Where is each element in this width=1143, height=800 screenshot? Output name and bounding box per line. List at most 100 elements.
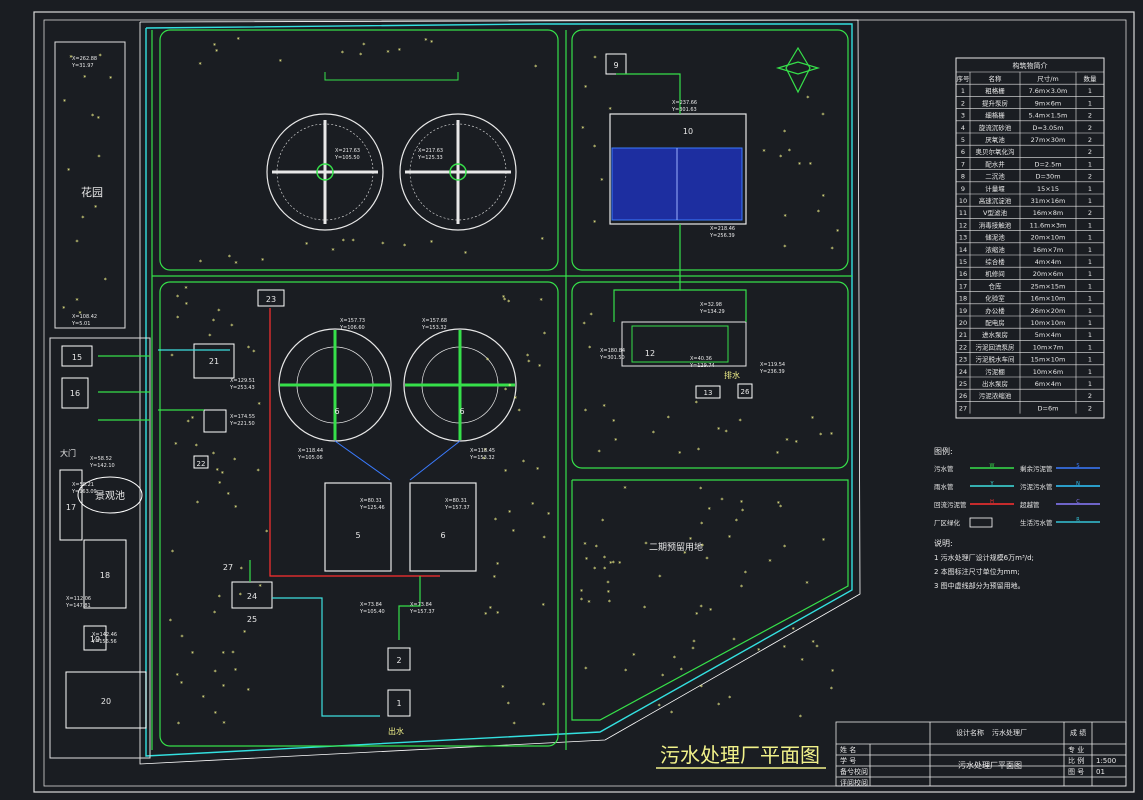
tree-mark: * <box>233 457 236 464</box>
table-cell: 20 <box>959 319 967 327</box>
coordinate-label: X=80.31 <box>445 498 467 504</box>
tree-mark: * <box>217 308 220 315</box>
tree-mark: * <box>728 695 731 702</box>
tree-mark: * <box>180 681 183 688</box>
tree-mark: * <box>177 721 180 728</box>
tree-mark: * <box>695 400 698 407</box>
tree-mark: * <box>822 538 825 545</box>
tree-mark: * <box>806 580 809 587</box>
tree-mark: * <box>403 243 406 250</box>
coordinate-label: X=40.36 <box>690 356 712 362</box>
tree-mark: * <box>725 429 728 436</box>
tree-mark: * <box>230 323 233 330</box>
building-25-label: 25 <box>247 615 257 624</box>
tree-mark: * <box>809 162 812 169</box>
tree-mark: * <box>735 518 738 525</box>
tree-mark: * <box>99 53 102 60</box>
gate-label: 大门 <box>60 448 76 458</box>
table-cell: 11 <box>959 209 967 217</box>
tree-mark: * <box>658 703 661 710</box>
tree-mark: * <box>247 345 250 352</box>
table-cell: 31m×16m <box>1031 197 1066 205</box>
tree-mark: * <box>208 333 211 340</box>
table-cell: 7.6m×3.0m <box>1029 87 1068 95</box>
table-cell: 1 <box>1088 221 1092 229</box>
coordinate-label: X=218.46 <box>710 226 735 232</box>
tree-mark: * <box>223 721 226 728</box>
tree-mark: * <box>252 349 255 356</box>
table-cell: 2 <box>961 99 965 107</box>
tree-mark: * <box>811 416 814 423</box>
tree-mark: * <box>830 432 833 439</box>
tree-mark: * <box>608 599 611 606</box>
coordinate-label: Y=253.43 <box>229 385 255 391</box>
tree-mark: * <box>667 415 670 422</box>
tree-mark: * <box>265 529 268 536</box>
coordinate-label: X=119.54 <box>760 362 785 368</box>
tree-mark: * <box>221 470 224 477</box>
table-cell: 1 <box>1088 319 1092 327</box>
tree-mark: * <box>595 544 598 551</box>
tree-mark: * <box>783 244 786 251</box>
tree-mark: * <box>234 261 237 268</box>
legend-swatch <box>969 517 993 528</box>
coordinate-label: Y=5.01 <box>71 321 90 327</box>
building-1-label: 1 <box>396 699 401 708</box>
tree-mark: * <box>486 357 489 364</box>
tree-mark: * <box>652 430 655 437</box>
tree-mark: * <box>798 161 801 168</box>
table-cell: 3 <box>961 112 965 120</box>
coordinate-label: Y=106.60 <box>339 325 365 331</box>
table-cell: 6 <box>961 148 965 156</box>
tree-mark: * <box>503 297 506 304</box>
tree-mark: * <box>214 669 217 676</box>
tree-mark: * <box>632 652 635 659</box>
tree-mark: * <box>783 644 786 651</box>
table-cell: 10m×10m <box>1031 319 1066 327</box>
table-cell: 办公楼 <box>985 306 1005 315</box>
coordinate-label: Y=236.39 <box>759 369 785 375</box>
table-cell: 5 <box>961 136 965 144</box>
tree-mark: * <box>695 611 698 618</box>
building-20-label: 20 <box>101 697 111 706</box>
tree-mark: * <box>623 486 626 493</box>
oxidation-ditch-1 <box>278 328 392 442</box>
tree-mark: * <box>341 50 344 57</box>
table-cell: 2 <box>1088 209 1092 217</box>
table-cell: 计量堰 <box>985 184 1005 193</box>
legend-code: W <box>990 463 995 469</box>
tree-mark: * <box>508 383 511 390</box>
tree-mark: * <box>817 209 820 216</box>
major-label: 专 业 <box>1068 745 1084 754</box>
structure-table: 构筑物简介 序号 名称 尺寸/m 数量1 粗格栅 7.6m×3.0m 12 提升泵房 9m×6m… <box>955 57 1105 419</box>
tree-mark: * <box>700 604 703 611</box>
tree-mark: * <box>212 451 215 458</box>
tree-mark: * <box>527 359 530 366</box>
tree-mark: * <box>801 658 804 665</box>
tree-mark: * <box>234 504 237 511</box>
building-5b-label: 6 <box>440 531 445 540</box>
table-cell: 1 <box>1088 380 1092 388</box>
tree-mark: * <box>514 395 517 402</box>
tree-mark: * <box>518 408 521 415</box>
tree-mark: * <box>584 666 587 673</box>
tree-mark: * <box>174 441 177 448</box>
tree-mark: * <box>169 618 172 625</box>
table-cell: 4m×4m <box>1035 258 1061 266</box>
coordinate-label: Y=221.50 <box>229 421 255 427</box>
building-27-label: 27 <box>223 563 233 572</box>
legend-code: S <box>1076 463 1079 469</box>
date-label: 备兮校阅 <box>840 767 868 776</box>
coordinate-label: Y=105.40 <box>359 609 385 615</box>
garden-label: 花园 <box>81 186 103 199</box>
tree-mark: * <box>387 50 390 57</box>
table-cell: 14 <box>959 246 967 254</box>
tree-mark: * <box>683 550 686 557</box>
building-15-label: 15 <box>72 353 82 362</box>
table-cell: 1 <box>1088 246 1092 254</box>
tree-mark: * <box>536 466 539 473</box>
table-cell: 12 <box>959 221 967 229</box>
table-cell: 1 <box>1088 87 1092 95</box>
table-cell: 2 <box>1088 404 1092 412</box>
tree-mark: * <box>795 440 798 447</box>
